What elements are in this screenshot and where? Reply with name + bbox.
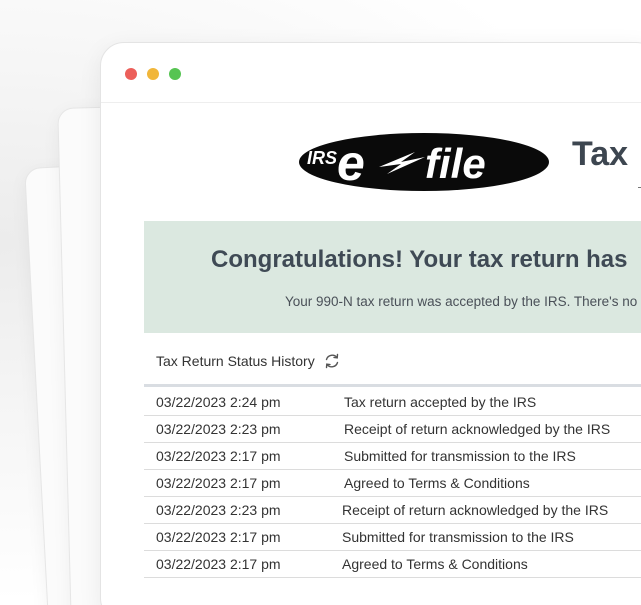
row-date: 03/22/2023 2:23 pm <box>156 502 281 518</box>
row-date: 03/22/2023 2:24 pm <box>156 394 281 410</box>
row-date: 03/22/2023 2:17 pm <box>156 556 281 572</box>
success-banner: Congratulations! Your tax return has You… <box>144 221 641 333</box>
status-history-heading: Tax Return Status History <box>156 352 341 370</box>
table-row: 03/22/2023 2:17 pm Agreed to Terms & Con… <box>144 470 641 497</box>
status-history-table: 03/22/2023 2:24 pm Tax return accepted b… <box>144 389 641 578</box>
table-row: 03/22/2023 2:17 pm Submitted for transmi… <box>144 524 641 551</box>
row-date: 03/22/2023 2:17 pm <box>156 529 281 545</box>
minimize-window-button[interactable] <box>147 68 159 80</box>
row-date: 03/22/2023 2:23 pm <box>156 421 281 437</box>
row-event: Receipt of return acknowledged by the IR… <box>344 421 611 437</box>
window-titlebar <box>101 43 641 103</box>
logo-suffix: file <box>425 140 486 187</box>
row-date: 03/22/2023 2:17 pm <box>156 475 281 491</box>
status-history-label: Tax Return Status History <box>156 353 315 369</box>
page-title: Tax <box>572 135 629 173</box>
table-row: 03/22/2023 2:23 pm Receipt of return ack… <box>144 497 641 524</box>
row-event: Agreed to Terms & Conditions <box>344 475 530 491</box>
banner-subtext: Your 990-N tax return was accepted by th… <box>285 294 638 309</box>
refresh-icon[interactable] <box>323 352 341 370</box>
row-date: 03/22/2023 2:17 pm <box>156 448 281 464</box>
row-event: Submitted for transmission to the IRS <box>342 529 574 545</box>
row-event: Submitted for transmission to the IRS <box>344 448 576 464</box>
browser-window: IRS e file Tax Congratulations! Your tax… <box>100 42 641 605</box>
row-event: Agreed to Terms & Conditions <box>342 556 528 572</box>
maximize-window-button[interactable] <box>169 68 181 80</box>
table-header-rule <box>144 384 641 387</box>
table-row: 03/22/2023 2:17 pm Agreed to Terms & Con… <box>144 551 641 578</box>
row-event: Receipt of return acknowledged by the IR… <box>342 502 609 518</box>
logo-main: e <box>337 135 365 191</box>
logo-prefix: IRS <box>307 148 337 168</box>
table-row: 03/22/2023 2:17 pm Submitted for transmi… <box>144 443 641 470</box>
table-row: 03/22/2023 2:23 pm Receipt of return ack… <box>144 416 641 443</box>
row-event: Tax return accepted by the IRS <box>344 394 537 410</box>
irs-efile-logo: IRS e file <box>297 131 551 193</box>
close-window-button[interactable] <box>125 68 137 80</box>
banner-heading: Congratulations! Your tax return has <box>211 246 628 273</box>
table-row: 03/22/2023 2:24 pm Tax return accepted b… <box>144 389 641 416</box>
